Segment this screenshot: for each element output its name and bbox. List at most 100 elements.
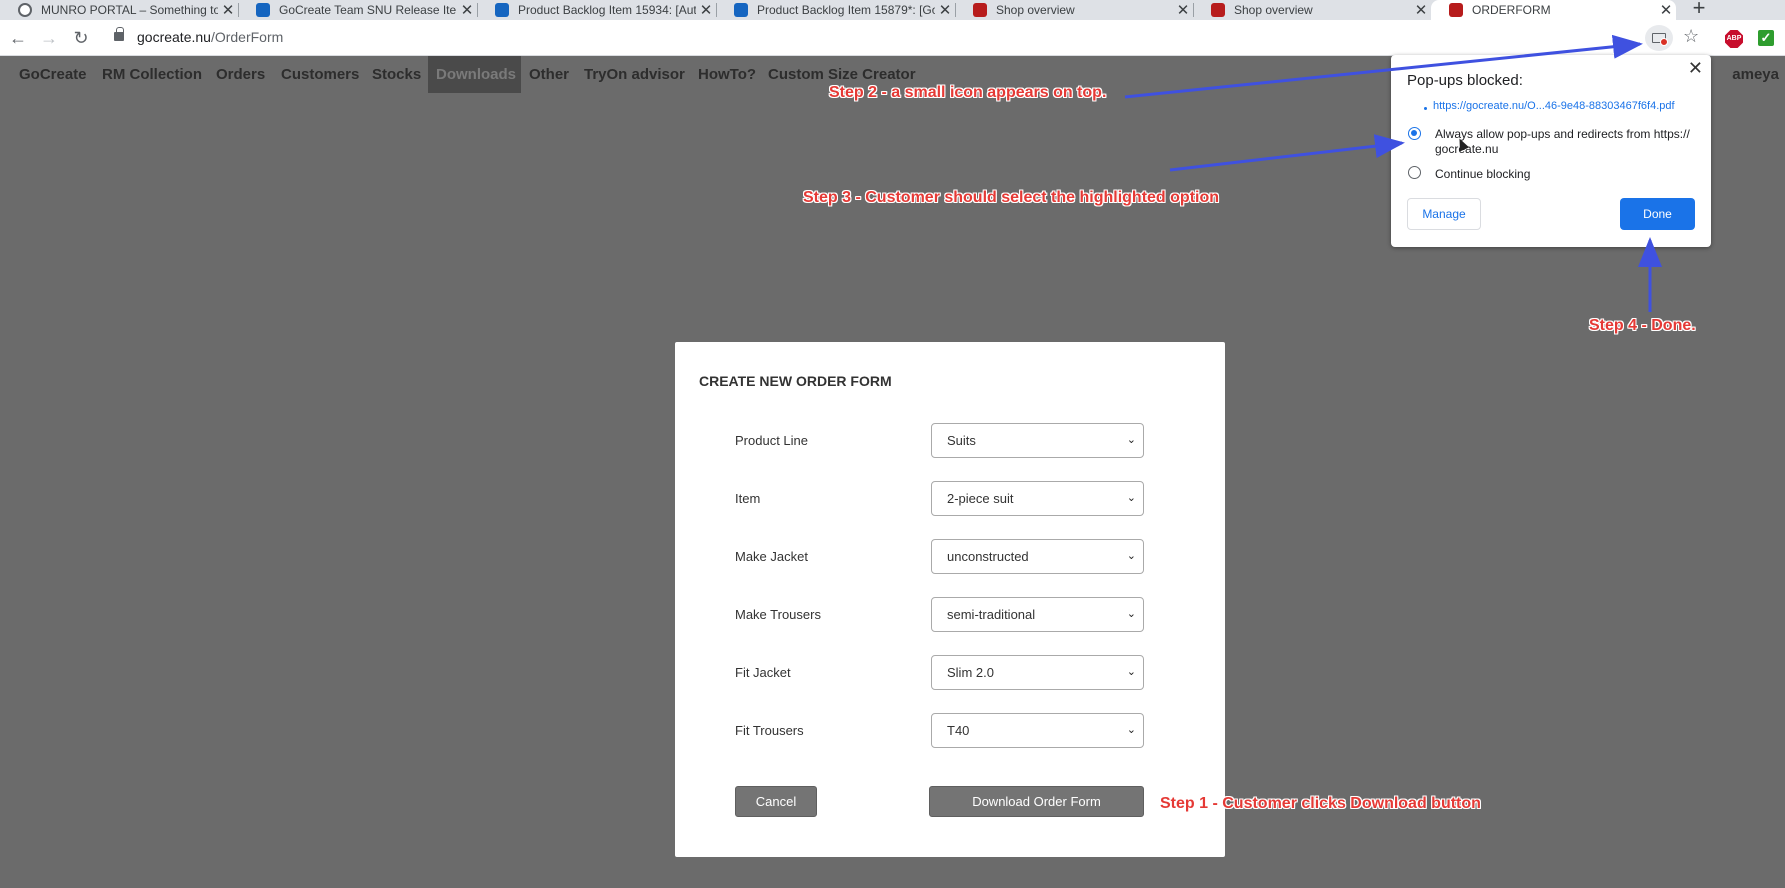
chevron-down-icon: ⌄: [1126, 724, 1136, 736]
url-host: gocreate.nu: [137, 29, 211, 45]
nav-item-other[interactable]: Other: [521, 56, 577, 93]
select-value: Suits: [947, 433, 976, 448]
tab-title: Product Backlog Item 15879*: [Go: [757, 3, 935, 17]
nav-item-howto[interactable]: HowTo?: [690, 56, 764, 93]
chevron-down-icon: ⌄: [1126, 434, 1136, 446]
chevron-down-icon: ⌄: [1126, 608, 1136, 620]
annotation-step4: Step 4 - Done.: [1589, 317, 1696, 334]
option-always-allow-label[interactable]: Always allow pop-ups and redirects from …: [1435, 127, 1700, 157]
browser-toolbar: ← → ↻ gocreate.nu/OrderForm ☆ ABP ✓: [0, 20, 1785, 56]
nav-item-downloads[interactable]: Downloads: [428, 56, 521, 93]
form-row-fit-jacket: Fit Jacket Slim 2.0 ⌄: [675, 655, 1225, 691]
bookmark-star-icon[interactable]: ☆: [1683, 26, 1699, 47]
blocked-popup-link[interactable]: https://gocreate.nu/O...46-9e48-88303467…: [1423, 100, 1675, 112]
select-value: 2-piece suit: [947, 491, 1014, 506]
form-row-make-jacket: Make Jacket unconstructed ⌄: [675, 539, 1225, 575]
adblock-plus-icon[interactable]: ABP: [1725, 30, 1743, 48]
close-icon[interactable]: ✕: [1688, 58, 1703, 79]
browser-tab[interactable]: Product Backlog Item 15934: [Aut ✕: [477, 0, 717, 20]
field-label: Fit Jacket: [735, 665, 791, 680]
select-value: Slim 2.0: [947, 665, 994, 680]
reload-icon[interactable]: ↻: [68, 25, 94, 51]
tab-title: ORDERFORM: [1472, 3, 1551, 17]
tab-title: GoCreate Team SNU Release Item: [279, 3, 457, 17]
azure-devops-icon: [495, 3, 509, 17]
form-row-fit-trousers: Fit Trousers T40 ⌄: [675, 713, 1225, 749]
close-tab-icon[interactable]: ✕: [1656, 1, 1676, 19]
close-tab-icon[interactable]: ✕: [218, 1, 238, 19]
popups-blocked-bubble: ✕ Pop-ups blocked: https://gocreate.nu/O…: [1391, 55, 1711, 247]
browser-tab[interactable]: GoCreate Team SNU Release Item ✕: [238, 0, 478, 20]
back-arrow-icon[interactable]: ←: [5, 25, 31, 51]
chevron-down-icon: ⌄: [1126, 666, 1136, 678]
bubble-title: Pop-ups blocked:: [1407, 72, 1523, 89]
extension-check-icon[interactable]: ✓: [1758, 30, 1774, 46]
option-text-line: gocreate.nu: [1435, 142, 1499, 156]
link-text: https://gocreate.nu/O...46-9e48-88303467…: [1433, 100, 1675, 112]
nav-item-customers[interactable]: Customers: [273, 56, 367, 93]
close-tab-icon[interactable]: ✕: [696, 1, 716, 19]
order-form-dialog: CREATE NEW ORDER FORM Product Line Suits…: [675, 342, 1225, 857]
chevron-down-icon: ⌄: [1126, 550, 1136, 562]
nav-item-stocks[interactable]: Stocks: [364, 56, 429, 93]
field-label: Product Line: [735, 433, 808, 448]
form-row-product-line: Product Line Suits ⌄: [675, 423, 1225, 459]
forward-arrow-icon[interactable]: →: [36, 25, 62, 51]
tab-title: MUNRO PORTAL – Something to: [41, 3, 218, 17]
select-value: semi-traditional: [947, 607, 1036, 622]
tab-title: Shop overview: [1234, 3, 1313, 17]
product-line-select[interactable]: Suits ⌄: [931, 423, 1144, 458]
browser-tab-active[interactable]: ORDERFORM ✕: [1431, 0, 1676, 20]
address-bar[interactable]: gocreate.nu/OrderForm: [137, 29, 283, 45]
fit-trousers-select[interactable]: T40 ⌄: [931, 713, 1144, 748]
item-select[interactable]: 2-piece suit ⌄: [931, 481, 1144, 516]
shop-icon: [1211, 3, 1225, 17]
nav-item-rm-collection[interactable]: RM Collection: [94, 56, 210, 93]
fit-jacket-select[interactable]: Slim 2.0 ⌄: [931, 655, 1144, 690]
close-tab-icon[interactable]: ✕: [457, 1, 477, 19]
option-continue-blocking-label[interactable]: Continue blocking: [1435, 167, 1700, 182]
browser-tab[interactable]: Shop overview ✕: [955, 0, 1194, 20]
azure-devops-icon: [734, 3, 748, 17]
annotation-step2: Step 2 - a small icon appears on top.: [829, 84, 1107, 101]
field-label: Make Trousers: [735, 607, 821, 622]
radio-always-allow[interactable]: [1408, 127, 1421, 140]
nav-item-tryon-advisor[interactable]: TryOn advisor: [576, 56, 693, 93]
user-name[interactable]: ameya: [1732, 56, 1779, 93]
nav-item-gocreate[interactable]: GoCreate: [11, 56, 95, 93]
url-path: /OrderForm: [210, 29, 284, 45]
browser-tab[interactable]: MUNRO PORTAL – Something to ✕: [0, 0, 239, 20]
select-value: unconstructed: [947, 549, 1029, 564]
arrow-step3: [1169, 134, 1405, 172]
tab-title: Product Backlog Item 15934: [Aut: [518, 3, 696, 17]
form-row-make-trousers: Make Trousers semi-traditional ⌄: [675, 597, 1225, 633]
radio-continue-blocking[interactable]: [1408, 166, 1421, 179]
download-order-form-button[interactable]: Download Order Form: [929, 786, 1144, 817]
globe-icon: [18, 3, 32, 17]
close-tab-icon[interactable]: ✕: [1411, 1, 1431, 19]
field-label: Fit Trousers: [735, 723, 804, 738]
chevron-down-icon: ⌄: [1126, 492, 1136, 504]
annotation-step3: Step 3 - Customer should select the high…: [803, 189, 1220, 206]
close-tab-icon[interactable]: ✕: [935, 1, 955, 19]
nav-item-orders[interactable]: Orders: [208, 56, 273, 93]
make-trousers-select[interactable]: semi-traditional ⌄: [931, 597, 1144, 632]
field-label: Item: [735, 491, 761, 506]
make-jacket-select[interactable]: unconstructed ⌄: [931, 539, 1144, 574]
option-text-line: Always allow pop-ups and redirects from …: [1435, 127, 1690, 141]
tab-title: Shop overview: [996, 3, 1075, 17]
browser-tab[interactable]: Product Backlog Item 15879*: [Go ✕: [716, 0, 956, 20]
done-button[interactable]: Done: [1620, 198, 1695, 230]
lock-icon[interactable]: [114, 27, 124, 41]
field-label: Make Jacket: [735, 549, 808, 564]
browser-tab[interactable]: Shop overview ✕: [1193, 0, 1431, 20]
new-tab-button[interactable]: +: [1686, 0, 1712, 20]
close-tab-icon[interactable]: ✕: [1173, 1, 1193, 19]
select-value: T40: [947, 723, 970, 738]
shop-icon: [1449, 3, 1463, 17]
popup-blocked-icon[interactable]: [1645, 25, 1673, 51]
cancel-button[interactable]: Cancel: [735, 786, 817, 817]
shop-icon: [973, 3, 987, 17]
annotation-step1: Step 1 - Customer clicks Download button: [1160, 795, 1481, 812]
manage-button[interactable]: Manage: [1407, 198, 1481, 230]
